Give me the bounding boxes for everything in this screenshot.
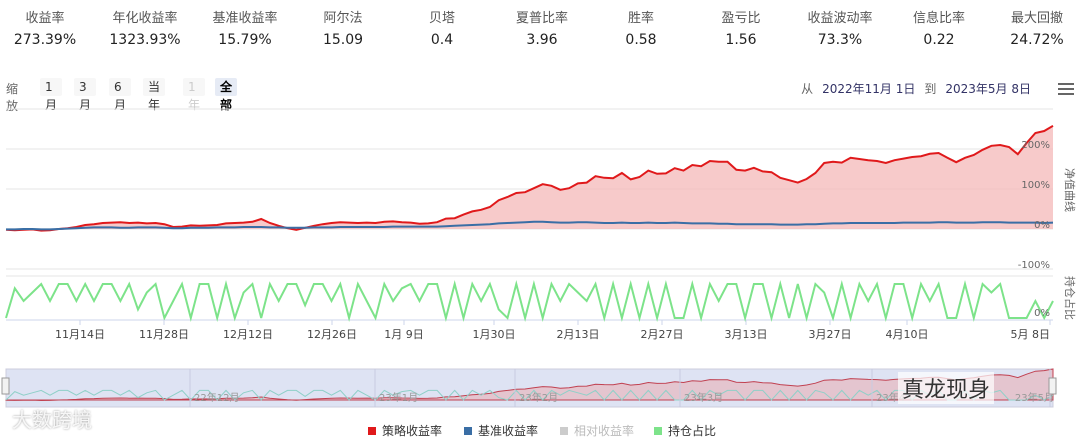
legend-label: 相对收益率 — [574, 424, 635, 438]
x-tick-label: 11月14日 — [55, 328, 105, 341]
legend-label: 基准收益率 — [478, 424, 539, 438]
legend-label: 持仓占比 — [668, 424, 717, 438]
y-tick-label: 200% — [1021, 140, 1050, 151]
x-tick-label: 4月10日 — [886, 328, 929, 341]
legend-swatch — [560, 426, 568, 435]
axis-title-net-value: 净值曲线 — [1063, 168, 1077, 212]
legend: 策略收益率 基准收益率 相对收益率 持仓占比 — [0, 422, 1080, 438]
legend-item-benchmark[interactable]: 基准收益率 — [464, 422, 538, 439]
x-tick-label: 12月12日 — [223, 328, 273, 341]
navigator-left-handle[interactable] — [1, 377, 10, 395]
x-tick-label: 1月30日 — [473, 328, 516, 341]
navigator-label: 23年1月 — [379, 391, 418, 404]
legend-item-strategy[interactable]: 策略收益率 — [368, 422, 442, 439]
x-tick-label: 3月27日 — [809, 328, 852, 341]
navigator-label: 23年5月 — [1015, 391, 1054, 404]
navigator-label: 23年2月 — [519, 391, 558, 404]
y-tick-label: 0% — [1034, 308, 1050, 319]
strategy-area — [6, 125, 1053, 231]
legend-label: 策略收益率 — [382, 424, 443, 438]
x-tick-label: 3月13日 — [725, 328, 768, 341]
legend-item-relative[interactable]: 相对收益率 — [560, 422, 634, 439]
watermark-right: 真龙现身 — [898, 372, 995, 404]
x-tick-label: 2月13日 — [557, 328, 600, 341]
navigator-right-handle[interactable] — [1048, 377, 1057, 395]
navigator-label: 22年12月 — [194, 391, 239, 404]
x-tick-label: 11月28日 — [139, 328, 189, 341]
x-axis-ticks: 11月14日 11月28日 12月12日 12月26日 1月 9日 1月30日 2月13日 2… — [55, 320, 1051, 341]
legend-item-position[interactable]: 持仓占比 — [654, 422, 716, 439]
y-tick-label: -100% — [1018, 260, 1050, 271]
chart-svg: 200% 100% 0% -100% 0% 净值曲线 持仓占比 11月14日 11… — [1, 108, 1077, 408]
navigator-label: 23年3月 — [684, 391, 723, 404]
x-tick-label: 5月 8日 — [1011, 328, 1051, 341]
axis-title-position: 持仓占比 — [1063, 276, 1077, 320]
x-tick-label: 2月27日 — [641, 328, 684, 341]
x-tick-label: 1月 9日 — [384, 328, 424, 341]
y-tick-label: 100% — [1021, 180, 1050, 191]
legend-swatch — [464, 426, 472, 435]
legend-swatch — [368, 426, 376, 435]
position-ratio-line — [5, 280, 1054, 322]
y-tick-label: 0% — [1034, 220, 1050, 231]
x-tick-label: 12月26日 — [307, 328, 357, 341]
legend-swatch — [654, 426, 662, 435]
